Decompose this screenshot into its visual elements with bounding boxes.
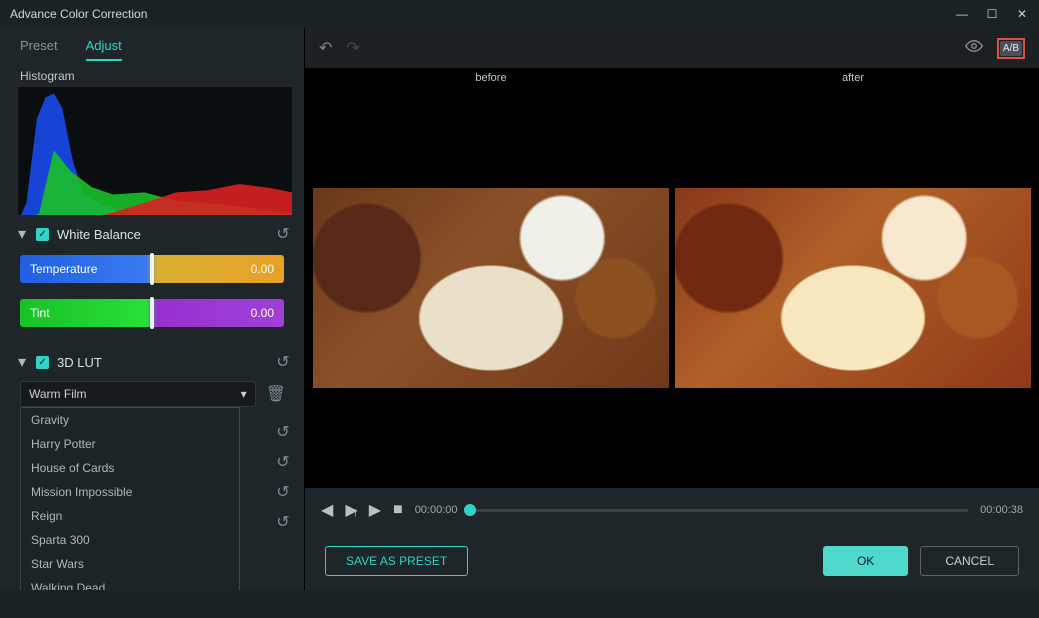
right-panel: ↶ ↷ A/B before after ◀ ▶| ▶ ■ [305, 28, 1039, 590]
slider-thumb[interactable] [150, 297, 154, 329]
redo-icon[interactable]: ↷ [346, 38, 359, 58]
reset-icon[interactable]: ↺ [274, 225, 292, 243]
reset-icon[interactable]: ↺ [274, 513, 292, 531]
timeline-track[interactable] [470, 509, 969, 512]
before-image [313, 88, 669, 488]
white-balance-checkbox[interactable]: ✓ [36, 228, 49, 241]
white-balance-title: White Balance [57, 227, 266, 242]
timeline-thumb[interactable] [464, 504, 476, 516]
reset-icon[interactable]: ↺ [274, 453, 292, 471]
maximize-button[interactable]: ☐ [981, 3, 1003, 25]
lut-checkbox[interactable]: ✓ [36, 356, 49, 369]
panel-tabs: Preset Adjust [0, 28, 304, 61]
left-panel: Preset Adjust Histogram ▾ ✓ White Balanc… [0, 28, 305, 590]
chevron-down-icon[interactable]: ▾ [16, 356, 28, 368]
white-balance-header: ▾ ✓ White Balance ↺ [0, 221, 304, 247]
reset-icon[interactable]: ↺ [274, 423, 292, 441]
slider-thumb[interactable] [150, 253, 154, 285]
temperature-slider[interactable]: Temperature 0.00 [20, 255, 284, 283]
play-icon[interactable]: ▶ [369, 500, 381, 520]
prev-frame-icon[interactable]: ◀ [321, 500, 333, 520]
ok-button[interactable]: OK [823, 546, 908, 576]
reset-icon[interactable]: ↺ [274, 353, 292, 371]
minimize-button[interactable]: — [951, 3, 973, 25]
lut-option[interactable]: Mission Impossible [21, 480, 239, 504]
reset-icon[interactable]: ↺ [274, 483, 292, 501]
lut-dropdown-menu: Gravity Harry Potter House of Cards Miss… [20, 407, 240, 590]
tint-label: Tint [30, 306, 251, 320]
tint-value: 0.00 [251, 306, 274, 320]
chevron-down-icon: ▾ [241, 387, 247, 401]
temperature-label: Temperature [30, 262, 251, 276]
chevron-down-icon[interactable]: ▾ [16, 228, 28, 240]
after-column: after [675, 68, 1031, 488]
temperature-value: 0.00 [251, 262, 274, 276]
histogram-label: Histogram [0, 61, 304, 87]
lut-option[interactable]: House of Cards [21, 456, 239, 480]
lut-dropdown[interactable]: Warm Film ▾ [20, 381, 256, 407]
title-bar: Advance Color Correction — ☐ ✕ [0, 0, 1039, 28]
lut-selected-value: Warm Film [29, 387, 87, 401]
save-as-preset-button[interactable]: SAVE AS PRESET [325, 546, 468, 576]
current-time: 00:00:00 [415, 504, 458, 516]
playback-bar: ◀ ▶| ▶ ■ 00:00:00 00:00:38 [305, 488, 1039, 532]
tint-slider[interactable]: Tint 0.00 [20, 299, 284, 327]
tab-adjust[interactable]: Adjust [86, 38, 122, 61]
duration-time: 00:00:38 [980, 504, 1023, 516]
before-column: before [313, 68, 669, 488]
window-controls: — ☐ ✕ [951, 3, 1033, 25]
stop-icon[interactable]: ■ [393, 501, 403, 519]
preview-area: before after [305, 68, 1039, 488]
preview-toolbar: ↶ ↷ A/B [305, 28, 1039, 68]
after-image [675, 88, 1031, 488]
lut-option[interactable]: Sparta 300 [21, 528, 239, 552]
lut-title: 3D LUT [57, 355, 266, 370]
ab-compare-button[interactable]: A/B [997, 38, 1025, 59]
footer-buttons: SAVE AS PRESET OK CANCEL [305, 532, 1039, 590]
lut-option[interactable]: Star Wars [21, 552, 239, 576]
tab-preset[interactable]: Preset [20, 38, 58, 61]
window-title: Advance Color Correction [10, 7, 147, 21]
eye-icon[interactable] [965, 37, 983, 60]
lut-option[interactable]: Gravity [21, 408, 239, 432]
before-label: before [313, 68, 669, 88]
lut-select-row: Warm Film ▾ 🗑 Gravity Harry Potter House… [0, 375, 304, 413]
lut-header: ▾ ✓ 3D LUT ↺ [0, 349, 304, 375]
trash-icon[interactable]: 🗑 [266, 384, 286, 404]
histogram-chart [18, 87, 292, 215]
lut-option[interactable]: Reign [21, 504, 239, 528]
cancel-button[interactable]: CANCEL [920, 546, 1019, 576]
step-forward-icon[interactable]: ▶| [345, 500, 356, 520]
lut-option[interactable]: Harry Potter [21, 432, 239, 456]
undo-icon[interactable]: ↶ [319, 38, 332, 58]
after-label: after [675, 68, 1031, 88]
lut-option[interactable]: Walking Dead [21, 576, 239, 590]
close-button[interactable]: ✕ [1011, 3, 1033, 25]
